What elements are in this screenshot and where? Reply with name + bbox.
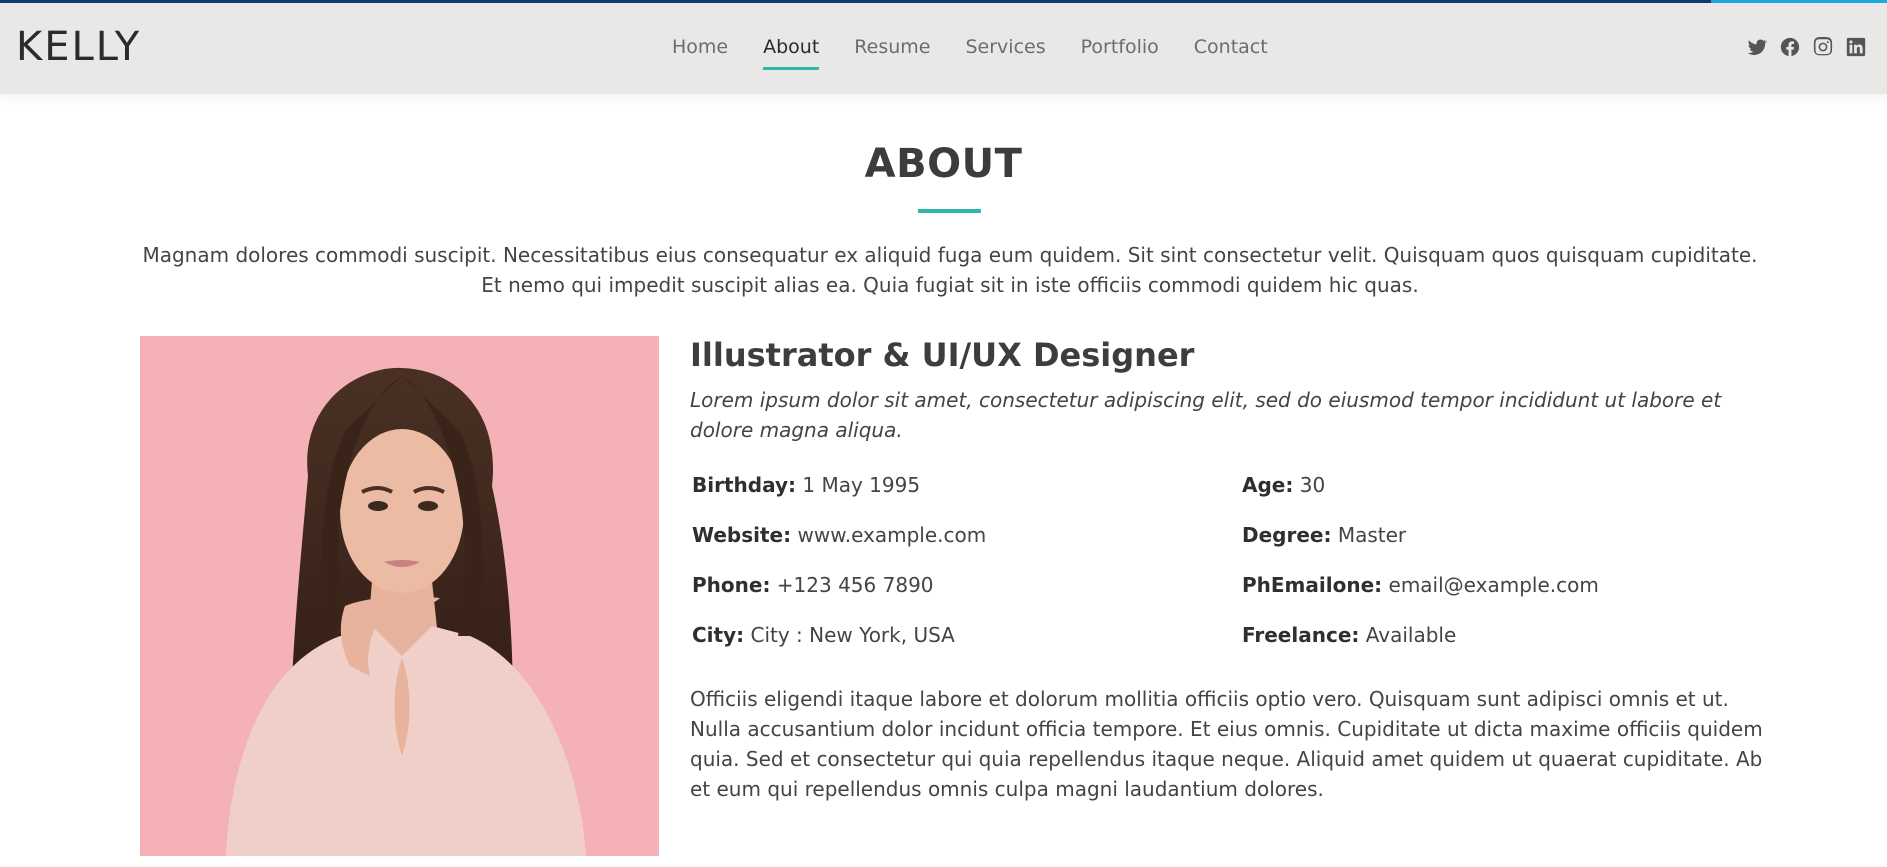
site-header: KELLY Home About Resume Services Portfol… [0,0,1887,94]
info-value: email@example.com [1388,573,1599,597]
description-text: Officiis eligendi itaque labore et dolor… [690,687,1763,801]
info-label: Degree: [1242,523,1332,547]
info-label: Phone: [692,573,771,597]
site-logo[interactable]: KELLY [16,24,141,70]
info-label: Website: [692,523,792,547]
info-row: City: City : New York, USA [692,620,986,670]
linkedin-icon[interactable] [1845,36,1867,58]
info-row: Birthday: 1 May 1995 [692,470,986,520]
social-links [1746,36,1867,58]
info-row: PhEmailone: email@example.com [1242,570,1599,620]
info-row: Degree: Master [1242,520,1599,570]
info-value: www.example.com [797,523,987,547]
nav-about[interactable]: About [763,36,820,70]
intro-text: Magnam dolores commodi suscipit. Necessi… [142,243,1758,297]
top-progress-highlight [1711,0,1887,3]
info-value: +123 456 7890 [776,573,934,597]
info-label: PhEmailone: [1242,573,1383,597]
twitter-icon[interactable] [1746,36,1768,58]
top-progress-line [0,0,1887,3]
nav-portfolio[interactable]: Portfolio [1081,36,1159,58]
role-heading: Illustrator & UI/UX Designer [690,336,1195,374]
section-title: ABOUT [864,141,1023,187]
info-list-left: Birthday: 1 May 1995 Website: www.exampl… [692,470,986,670]
info-row: Freelance: Available [1242,620,1599,670]
info-value: Available [1365,623,1457,647]
info-label: Age: [1242,473,1294,497]
info-label: Freelance: [1242,623,1360,647]
nav-services[interactable]: Services [965,36,1045,58]
nav-resume[interactable]: Resume [854,36,930,58]
instagram-icon[interactable] [1812,36,1834,58]
info-value: 30 [1299,473,1326,497]
info-value: City : New York, USA [750,623,955,647]
info-list-right: Age: 30 Degree: Master PhEmailone: email… [1242,470,1599,670]
title-underline [918,209,981,213]
nav-home[interactable]: Home [672,36,728,58]
info-row: Website: www.example.com [692,520,986,570]
info-row: Age: 30 [1242,470,1599,520]
profile-photo [140,336,659,856]
info-label: City: [692,623,745,647]
info-label: Birthday: [692,473,796,497]
facebook-icon[interactable] [1779,36,1801,58]
nav-contact[interactable]: Contact [1194,36,1268,58]
main-nav: Home About Resume Services Portfolio Con… [672,36,1303,70]
info-value: 1 May 1995 [802,473,921,497]
lead-text: Lorem ipsum dolor sit amet, consectetur … [690,388,1722,442]
info-row: Phone: +123 456 7890 [692,570,986,620]
info-value: Master [1337,523,1407,547]
